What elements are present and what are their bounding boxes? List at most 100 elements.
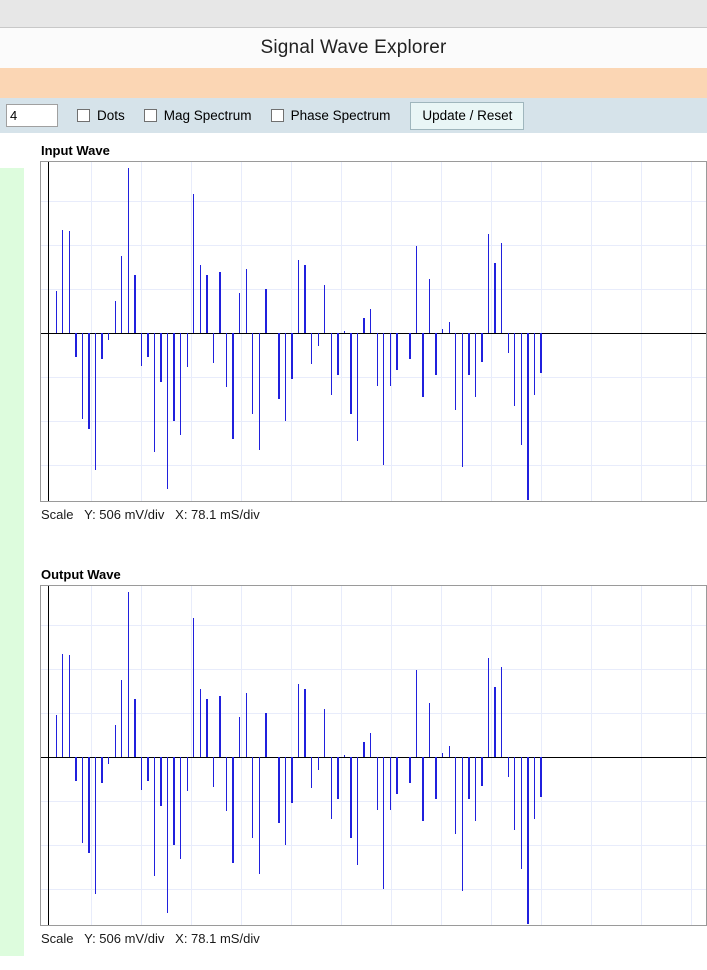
stem-bar: [330, 757, 333, 819]
stem-bar: [461, 333, 464, 468]
stem-bar: [88, 333, 90, 429]
stem-bar: [225, 757, 228, 812]
grid-line-horizontal: [41, 845, 706, 846]
stem-bar: [75, 333, 77, 358]
stem-bar: [481, 333, 483, 362]
stem-bar: [199, 264, 202, 333]
stem-bar: [481, 757, 483, 786]
grid-line-vertical: [241, 162, 242, 501]
stem-bar: [376, 757, 378, 810]
checkbox-phase-spectrum[interactable]: Phase Spectrum: [270, 108, 391, 123]
stem-bar: [278, 333, 280, 399]
stem-bar: [166, 333, 169, 490]
stem-bar: [101, 333, 103, 360]
stem-bar: [442, 752, 444, 757]
grid-line-vertical: [391, 162, 392, 501]
stem-bar: [527, 757, 529, 925]
checkbox-dots[interactable]: Dots: [77, 108, 125, 123]
stem-bar: [337, 757, 339, 799]
stem-bar: [455, 333, 457, 410]
stem-bar: [297, 684, 300, 757]
stem-bar: [533, 757, 536, 819]
grid-line-vertical: [91, 586, 92, 925]
grid-line-vertical: [491, 586, 492, 925]
grid-line-vertical: [591, 162, 592, 501]
stem-bar: [514, 757, 516, 830]
stem-bar: [278, 757, 280, 823]
grid-line-horizontal: [41, 421, 706, 422]
accent-band: [0, 68, 707, 98]
stem-bar: [383, 333, 385, 465]
stem-bar: [160, 333, 162, 382]
stem-bar: [75, 757, 77, 782]
stem-bar: [494, 262, 496, 333]
grid-line-vertical: [541, 162, 542, 501]
stem-bar: [101, 757, 103, 784]
stem-bar: [212, 757, 215, 787]
stem-bar: [147, 757, 149, 782]
grid-line-horizontal: [41, 377, 706, 378]
stem-bar: [474, 757, 477, 821]
output-wave-label: Output Wave: [41, 567, 121, 582]
grid-line-horizontal: [41, 669, 706, 670]
grid-line-horizontal: [41, 625, 706, 626]
stem-bar: [81, 333, 84, 420]
stem-bar: [206, 698, 208, 757]
stem-bar: [107, 333, 110, 340]
stem-bar: [527, 333, 529, 501]
stem-bar: [219, 272, 221, 333]
stem-bar: [356, 757, 359, 865]
output-wave-panel: Output Wave Scale Y: 506 mV/div X: 78.1 …: [40, 567, 707, 946]
checkbox-mag-spectrum-box[interactable]: [143, 109, 157, 122]
grid-line-horizontal: [41, 289, 706, 290]
stem-bar: [500, 242, 503, 333]
grid-line-horizontal: [41, 201, 706, 202]
output-wave-plot[interactable]: [40, 585, 707, 926]
stem-bar: [180, 757, 182, 860]
output-wave-scale: Scale Y: 506 mV/div X: 78.1 mS/div: [41, 931, 260, 946]
grid-line-vertical: [641, 586, 642, 925]
stem-bar: [448, 322, 450, 333]
stem-bar: [166, 757, 169, 914]
stem-bar: [500, 666, 503, 757]
checkbox-dots-box[interactable]: [77, 109, 90, 122]
stem-bar: [127, 592, 129, 757]
input-wave-panel: Input Wave Scale Y: 506 mV/div X: 78.1 m…: [40, 143, 707, 522]
stem-bar: [134, 274, 136, 333]
stem-bar: [422, 757, 424, 821]
stem-bar: [140, 757, 143, 790]
stem-bar: [258, 757, 260, 874]
stem-bar: [147, 333, 149, 358]
stem-bar: [265, 289, 267, 333]
stem-bar: [520, 333, 522, 446]
update-reset-button[interactable]: Update / Reset: [410, 101, 525, 130]
stem-bar: [160, 757, 162, 806]
grid-line-vertical: [191, 162, 192, 501]
grid-line-vertical: [241, 586, 242, 925]
grid-line-vertical: [591, 586, 592, 925]
stem-bar: [180, 333, 182, 436]
stem-bar: [265, 713, 267, 757]
stem-bar: [383, 757, 385, 889]
checkbox-phase-spectrum-box[interactable]: [270, 109, 284, 122]
stem-bar: [409, 333, 411, 360]
stem-bar: [409, 757, 411, 784]
stem-bar: [363, 741, 365, 757]
grid-line-horizontal: [41, 245, 706, 246]
stem-bar: [88, 757, 90, 853]
checkbox-phase-spectrum-label: Phase Spectrum: [290, 108, 391, 123]
harmonics-input[interactable]: [6, 104, 58, 127]
stem-bar: [55, 291, 57, 333]
grid-line-vertical: [91, 162, 92, 501]
stem-bar: [81, 757, 84, 844]
stem-bar: [311, 757, 313, 788]
input-wave-plot[interactable]: [40, 161, 707, 502]
stem-bar: [369, 732, 372, 757]
stem-bar: [507, 757, 509, 777]
grid-line-horizontal: [41, 889, 706, 890]
stem-bar: [173, 757, 175, 845]
stem-bar: [284, 333, 287, 421]
checkbox-mag-spectrum[interactable]: Mag Spectrum: [143, 108, 252, 123]
stem-bar: [127, 168, 129, 333]
stem-bar: [455, 757, 457, 834]
